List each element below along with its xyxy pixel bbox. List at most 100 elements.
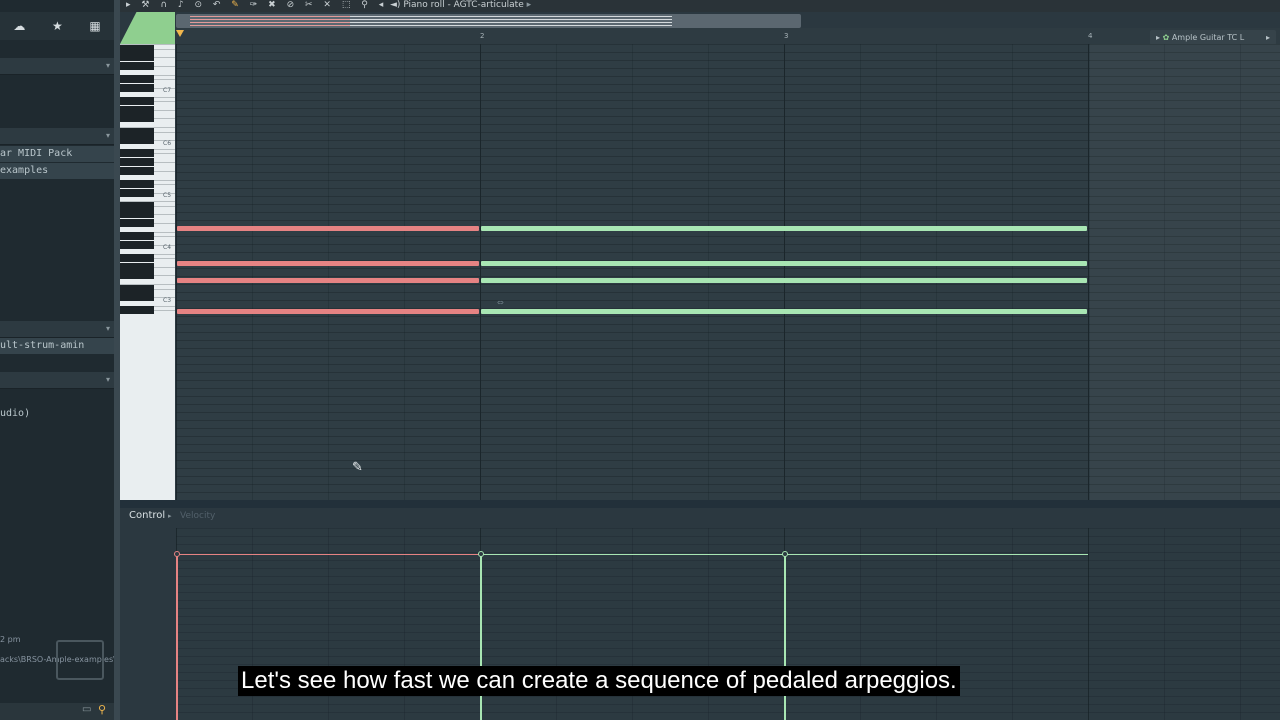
browser-item-audio[interactable]: udio) [0, 406, 114, 422]
black-key[interactable] [120, 271, 154, 280]
browser-section-header[interactable]: ▾ [0, 372, 114, 389]
black-key[interactable] [120, 149, 154, 158]
velocity-handle[interactable] [174, 551, 180, 557]
browser-item-midi-pack[interactable]: ar MIDI Pack [0, 146, 114, 162]
black-key[interactable] [120, 105, 154, 114]
channel-right-arrow: ▸ [1265, 33, 1270, 42]
browser-section-header[interactable]: ▾ [0, 321, 114, 338]
black-key[interactable] [120, 254, 154, 262]
note-c6-green[interactable] [481, 226, 1087, 231]
plugin-gear-icon: ✿ [1162, 33, 1170, 42]
black-key[interactable] [120, 166, 154, 175]
channel-left-arrow: ▸ [1156, 33, 1161, 42]
black-key[interactable] [120, 53, 154, 62]
black-key[interactable] [120, 293, 154, 302]
wrench-icon[interactable]: ⚒ [141, 0, 152, 11]
grid-out-of-range [1090, 44, 1280, 500]
bar-line [784, 44, 785, 500]
black-key[interactable] [120, 158, 154, 167]
pencil-icon[interactable]: ✎ [231, 0, 242, 11]
search-icon[interactable]: ⚲ [98, 703, 106, 716]
record-icon[interactable]: ⊙ [194, 0, 205, 11]
black-key[interactable] [120, 62, 154, 71]
window-title-text: Piano roll - AGTC-articulate [403, 0, 524, 10]
black-key[interactable] [120, 179, 154, 188]
black-key[interactable] [120, 262, 154, 271]
black-key[interactable] [120, 188, 154, 197]
velocity-handle[interactable] [782, 551, 788, 557]
note-e5-green[interactable] [481, 260, 1087, 266]
ruler-bar-number: 3 [784, 32, 789, 40]
black-key[interactable] [120, 232, 154, 241]
black-key[interactable] [120, 284, 154, 293]
black-key[interactable] [120, 210, 154, 219]
black-key[interactable] [120, 136, 154, 145]
ruler-bar-number: 4 [1088, 32, 1093, 40]
black-key[interactable] [120, 44, 154, 53]
grid-icon[interactable]: ▦ [89, 19, 100, 33]
control-label-area [120, 508, 175, 720]
note-icon[interactable]: ♪ [178, 0, 187, 11]
browser-footer: ▭ ⚲ [0, 703, 114, 720]
target-channel-button[interactable]: ▸ ✿ Ample Guitar TC L ▸ [1150, 30, 1276, 45]
velocity-handle[interactable] [478, 551, 484, 557]
playback-icon[interactable]: ◂ [379, 0, 387, 11]
black-key[interactable] [120, 219, 154, 228]
menu-arrow-icon[interactable]: ▸ [126, 0, 134, 11]
velocity-stem[interactable] [176, 555, 178, 720]
select-tool-icon[interactable]: ⬚ [342, 0, 354, 11]
black-key[interactable] [120, 83, 154, 92]
pencil-cursor-icon: ✎ [352, 460, 363, 475]
browser-item-examples[interactable]: examples [0, 163, 114, 179]
note-c5-green[interactable] [481, 278, 1087, 284]
horizontal-scrollbar[interactable] [176, 14, 801, 28]
piano-roll-toolbar: ▸ ⚒ ∩ ♪ ⊙ ↶ ✎ ✑ ✖ ⊘ ✂ ✕ ⬚ ⚲ ◂ ◄) Piano r… [120, 0, 1280, 12]
mute-tool-icon[interactable]: ⊘ [287, 0, 298, 11]
note-e5-pink[interactable] [177, 260, 479, 266]
video-subtitle: Let's see how fast we can create a seque… [238, 666, 960, 696]
snap-corner[interactable] [120, 12, 175, 44]
cloud-icon[interactable]: ☁ [13, 19, 25, 33]
octave-label: C6 [163, 139, 172, 147]
title-menu-arrow: ▸ [526, 0, 532, 10]
brush-icon[interactable]: ✑ [250, 0, 261, 11]
delete-tool-icon[interactable]: ✖ [268, 0, 279, 11]
browser-panel: ☁ ★ ▦ ▾ ▾ ar MIDI Pack examples ▾ ult-st… [0, 0, 114, 720]
browser-item-strum[interactable]: ult-strum-amin [0, 338, 114, 354]
control-label[interactable]: Control [129, 510, 165, 521]
octave-label: C3 [163, 296, 172, 304]
octave-label: C7 [163, 87, 172, 95]
black-key[interactable] [120, 114, 154, 123]
window-title[interactable]: ◄) Piano roll - AGTC-articulate ▸ [390, 0, 531, 11]
note-grid[interactable]: ⇔ ✎ [176, 44, 1280, 500]
black-key[interactable] [120, 97, 154, 106]
black-key[interactable] [120, 240, 154, 249]
octave-label: C5 [163, 191, 172, 199]
black-key[interactable] [120, 306, 154, 315]
velocity-level [176, 554, 480, 555]
zoom-icon[interactable]: ⚲ [361, 0, 371, 11]
browser-section-header[interactable]: ▾ [0, 128, 114, 145]
note-c6-pink[interactable] [177, 226, 479, 231]
black-key[interactable] [120, 127, 154, 136]
black-key[interactable] [120, 75, 154, 84]
piano-keyboard[interactable]: C8C7C6C5C4C3 [120, 44, 175, 500]
speaker-mute-icon[interactable]: ✕ [323, 0, 334, 11]
time-ruler[interactable]: 2 3 4 [176, 28, 1280, 44]
note-f4-green[interactable] [481, 308, 1087, 314]
note-f4-pink[interactable] [177, 308, 479, 314]
undo-icon[interactable]: ↶ [213, 0, 224, 11]
event-editor-splitter[interactable] [120, 500, 1280, 508]
channel-name: Ample Guitar TC L [1171, 33, 1245, 42]
black-key[interactable] [120, 201, 154, 210]
magnet-icon[interactable]: ∩ [160, 0, 170, 11]
control-dropdown-arrow[interactable]: ▸ [168, 512, 172, 520]
bar-line [1088, 44, 1089, 500]
folder-small-icon[interactable]: ▭ [82, 704, 91, 715]
browser-section-header[interactable]: ▾ [0, 58, 114, 75]
slip-tool-icon[interactable]: ✂ [305, 0, 316, 11]
song-position-marker[interactable] [176, 30, 184, 37]
control-target[interactable]: Velocity [180, 511, 215, 521]
star-icon[interactable]: ★ [52, 19, 63, 33]
note-c5-pink[interactable] [177, 278, 479, 284]
